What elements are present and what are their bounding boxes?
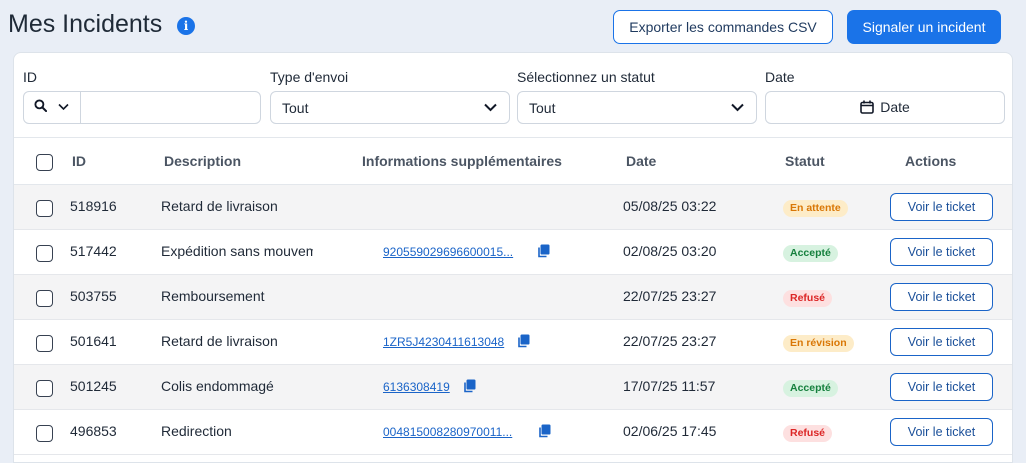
incident-date: 22/07/25 23:27 <box>623 288 717 304</box>
type-select-value: Tout <box>282 100 309 116</box>
view-ticket-button[interactable]: Voir le ticket <box>890 373 993 401</box>
table-row: 501641 Retard de livraison 1ZR5J42304116… <box>14 320 1012 365</box>
status-badge: En révision <box>783 335 854 352</box>
type-select[interactable]: Tout <box>270 91 510 124</box>
incident-id: 501641 <box>70 333 117 349</box>
select-all-checkbox[interactable] <box>36 154 53 171</box>
incident-description: Redirection <box>161 423 232 439</box>
incident-date: 17/07/25 11:57 <box>623 378 716 394</box>
copy-icon[interactable] <box>537 244 550 258</box>
row-checkbox[interactable] <box>36 290 53 307</box>
column-header-date[interactable]: Date <box>626 153 656 169</box>
column-header-status[interactable]: Statut <box>785 153 825 169</box>
incident-id: 518916 <box>70 198 117 214</box>
incident-id: 496853 <box>70 423 117 439</box>
status-badge: Accepté <box>783 380 838 397</box>
incident-date: 22/07/25 23:27 <box>623 333 717 349</box>
column-header-actions: Actions <box>905 153 957 169</box>
incident-description: Remboursement <box>161 288 265 304</box>
incident-id: 501245 <box>70 378 117 394</box>
incident-description: Retard de livraison <box>161 333 278 349</box>
status-badge: Accepté <box>783 245 838 262</box>
column-header-description[interactable]: Description <box>164 153 241 169</box>
id-filter-label: ID <box>23 69 37 85</box>
status-badge: Refusé <box>783 290 833 307</box>
date-picker[interactable]: Date <box>765 91 1005 124</box>
chevron-down-icon <box>484 103 497 112</box>
tracking-number-link[interactable]: 004815008280970011... <box>383 425 512 439</box>
row-checkbox[interactable] <box>36 425 53 442</box>
copy-icon[interactable] <box>517 334 530 348</box>
table-row: 517442 Expédition sans mouvement 9205590… <box>14 230 1012 275</box>
copy-icon[interactable] <box>463 379 476 393</box>
page-title: Mes Incidents <box>8 10 163 38</box>
tracking-number-link[interactable]: 920559029696600015... <box>383 245 513 259</box>
incident-date: 02/06/25 17:45 <box>623 423 717 439</box>
type-filter-label: Type d'envoi <box>270 69 349 85</box>
status-filter-label: Sélectionnez un statut <box>517 69 655 85</box>
incident-description: Colis endommagé <box>161 378 274 394</box>
search-icon <box>34 99 47 112</box>
info-icon[interactable]: i <box>177 17 195 35</box>
row-checkbox[interactable] <box>36 380 53 397</box>
incident-date: 05/08/25 03:22 <box>623 198 717 214</box>
copy-icon[interactable] <box>538 424 551 438</box>
date-picker-placeholder: Date <box>880 99 910 115</box>
view-ticket-button[interactable]: Voir le ticket <box>890 418 993 446</box>
export-csv-button[interactable]: Exporter les commandes CSV <box>613 10 833 44</box>
calendar-icon <box>860 100 875 114</box>
page-header: Mes Incidents i Exporter les commandes C… <box>0 0 1026 52</box>
incident-id: 503755 <box>70 288 117 304</box>
report-incident-button[interactable]: Signaler un incident <box>847 10 1001 44</box>
row-checkbox[interactable] <box>36 245 53 262</box>
view-ticket-button[interactable]: Voir le ticket <box>890 193 993 221</box>
incident-id: 517442 <box>70 243 117 259</box>
table-row: 501245 Colis endommagé 6136308419 17/07/… <box>14 365 1012 410</box>
chevron-down-icon <box>731 103 744 112</box>
row-checkbox[interactable] <box>36 335 53 352</box>
id-search-field <box>23 91 261 124</box>
view-ticket-button[interactable]: Voir le ticket <box>890 238 993 266</box>
status-badge: En attente <box>783 200 848 217</box>
tracking-number-link[interactable]: 6136308419 <box>383 380 450 394</box>
status-select[interactable]: Tout <box>517 91 757 124</box>
date-picker-content: Date <box>766 99 1004 115</box>
incidents-card: ID Type d'envoi Sélectionnez un statut D… <box>13 52 1013 463</box>
chevron-down-icon <box>58 103 69 111</box>
table-header: ID Description Informations supplémentai… <box>14 137 1012 185</box>
date-filter-label: Date <box>765 69 795 85</box>
search-mode-dropdown[interactable] <box>24 92 81 123</box>
incident-date: 02/08/25 03:20 <box>623 243 717 259</box>
column-header-id[interactable]: ID <box>72 153 86 169</box>
status-badge: Refusé <box>783 425 833 442</box>
table-row: 518916 Retard de livraison 05/08/25 03:2… <box>14 185 1012 230</box>
table-row: 496853 Redirection 004815008280970011...… <box>14 410 1012 455</box>
incident-description: Retard de livraison <box>161 198 278 214</box>
view-ticket-button[interactable]: Voir le ticket <box>890 328 993 356</box>
column-header-info[interactable]: Informations supplémentaires <box>362 153 562 169</box>
table-row: 503755 Remboursement 22/07/25 23:27 Refu… <box>14 275 1012 320</box>
tracking-number-link[interactable]: 1ZR5J4230411613048 <box>383 335 504 349</box>
incident-description: Expédition sans mouvement <box>161 243 313 259</box>
status-select-value: Tout <box>529 100 556 116</box>
row-checkbox[interactable] <box>36 200 53 217</box>
view-ticket-button[interactable]: Voir le ticket <box>890 283 993 311</box>
